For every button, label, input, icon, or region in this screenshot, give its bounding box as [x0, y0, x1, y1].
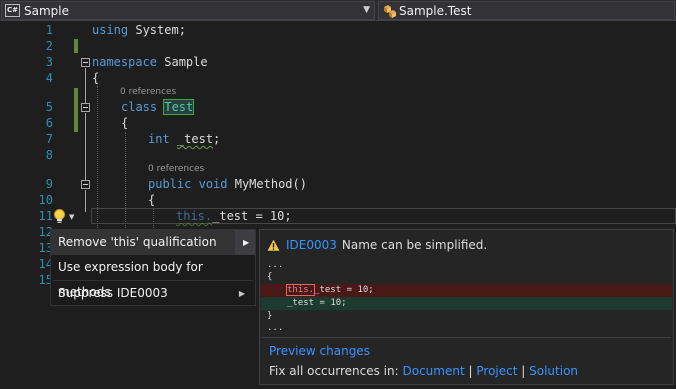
this-qualifier: this.	[176, 209, 213, 223]
code-text: ;	[213, 132, 221, 146]
field-name: _test	[176, 132, 214, 146]
line-number: 6	[45, 116, 53, 130]
line-number: 3	[45, 55, 53, 69]
change-marker	[74, 39, 78, 53]
keyword: namespace	[92, 55, 158, 69]
menu-item-remove-this[interactable]: Remove 'this' qualification ▶	[51, 230, 255, 255]
menu-item-suppress[interactable]: Suppress IDE0003 ▶	[51, 281, 255, 306]
scope-separator: |	[521, 364, 526, 378]
fix-all-row: Fix all occurrences in: Document | Proje…	[269, 364, 578, 378]
lightbulb-icon	[54, 209, 65, 223]
line-number: 8	[45, 148, 53, 162]
preview-ellipsis: ...	[267, 323, 284, 333]
preview-changes-row: Preview changes	[269, 344, 370, 358]
preview-brace: {	[267, 272, 273, 282]
line-number: 7	[45, 132, 53, 146]
line-number: 4	[45, 71, 53, 85]
removed-text: this.	[285, 284, 316, 296]
code-line-using: using System;	[92, 22, 186, 38]
code-line-field: int _test;	[148, 131, 220, 147]
chevron-right-icon: ▶	[243, 238, 250, 247]
collapse-icon[interactable]	[81, 58, 90, 67]
line-number: 11	[38, 209, 53, 223]
menu-item-label: Suppress IDE0003	[58, 286, 168, 300]
member-name: Sample.Test	[399, 3, 472, 18]
keyword: int	[148, 132, 170, 146]
code-line-namespace: namespace Sample	[92, 54, 208, 70]
chevron-down-icon: ▼	[363, 5, 370, 15]
csharp-project-icon: C#	[5, 4, 20, 17]
keyword: using	[92, 23, 129, 37]
fix-all-solution-link[interactable]: Solution	[529, 364, 578, 378]
quick-actions-menu: Remove 'this' qualification ▶ Use expres…	[50, 229, 256, 306]
class-icon	[384, 4, 396, 18]
line-number: 10	[38, 193, 53, 207]
chevron-right-icon: ▶	[238, 289, 245, 298]
project-name: Sample	[24, 3, 69, 18]
preview-changes-link[interactable]: Preview changes	[269, 344, 370, 358]
diagnostic-id-link[interactable]: IDE0003	[286, 238, 337, 252]
code-line-brace: {	[121, 116, 129, 130]
code-text: MyMethod()	[227, 177, 307, 191]
keyword: class	[121, 100, 158, 114]
code-line-class: class Test	[121, 99, 195, 115]
code-text: _test = 10;	[212, 209, 292, 223]
code-line-method: public void MyMethod()	[148, 176, 307, 192]
collapse-icon[interactable]	[81, 180, 90, 189]
line-number: 9	[45, 177, 53, 191]
preview-separator	[262, 337, 671, 338]
line-number: 5	[45, 100, 53, 114]
keyword: public	[148, 177, 192, 191]
line-number: 1	[45, 23, 53, 37]
codelens-references[interactable]: 0 references	[148, 164, 204, 174]
change-marker	[74, 88, 78, 132]
codelens-references[interactable]: 0 references	[120, 87, 176, 97]
quick-actions-lightbulb[interactable]: ▼	[53, 208, 81, 225]
diagnostic-header: IDE0003 Name can be simplified.	[266, 236, 487, 254]
collapse-icon[interactable]	[81, 103, 90, 112]
removed-line: this._test = 10;	[285, 284, 374, 297]
fix-all-project-link[interactable]: Project	[476, 364, 517, 378]
code-line-brace: {	[92, 71, 100, 85]
outline-line	[85, 190, 86, 212]
submenu-expander[interactable]: ▶	[235, 230, 255, 255]
menu-item-label: Remove 'this' qualification	[58, 235, 217, 249]
menu-item-expression-body[interactable]: Use expression body for methods	[51, 255, 255, 299]
scope-separator: |	[468, 364, 473, 378]
line-number: 2	[45, 39, 53, 53]
member-dropdown[interactable]: Sample.Test	[378, 1, 675, 20]
keyword: void	[198, 177, 228, 191]
class-name-highlight: Test	[163, 99, 195, 115]
code-text: Sample	[157, 55, 208, 69]
code-line-assignment: this._test = 10;	[176, 208, 292, 224]
fix-all-label: Fix all occurrences in:	[269, 364, 399, 378]
code-text: _test = 10;	[314, 285, 374, 295]
outline-line	[85, 113, 86, 180]
added-line: _test = 10;	[287, 298, 347, 308]
preview-pane: IDE0003 Name can be simplified. ... { th…	[259, 229, 674, 385]
navigation-bar: C# Sample ▼ Sample.Test	[0, 0, 676, 21]
outline-line	[85, 68, 86, 103]
code-text: System;	[128, 23, 186, 37]
fix-all-document-link[interactable]: Document	[403, 364, 465, 378]
code-line-brace: {	[148, 193, 156, 207]
chevron-down-icon: ▼	[69, 212, 75, 221]
warning-icon	[266, 238, 281, 252]
diagnostic-message: Name can be simplified.	[341, 238, 488, 252]
project-dropdown[interactable]: C# Sample ▼	[1, 1, 375, 20]
